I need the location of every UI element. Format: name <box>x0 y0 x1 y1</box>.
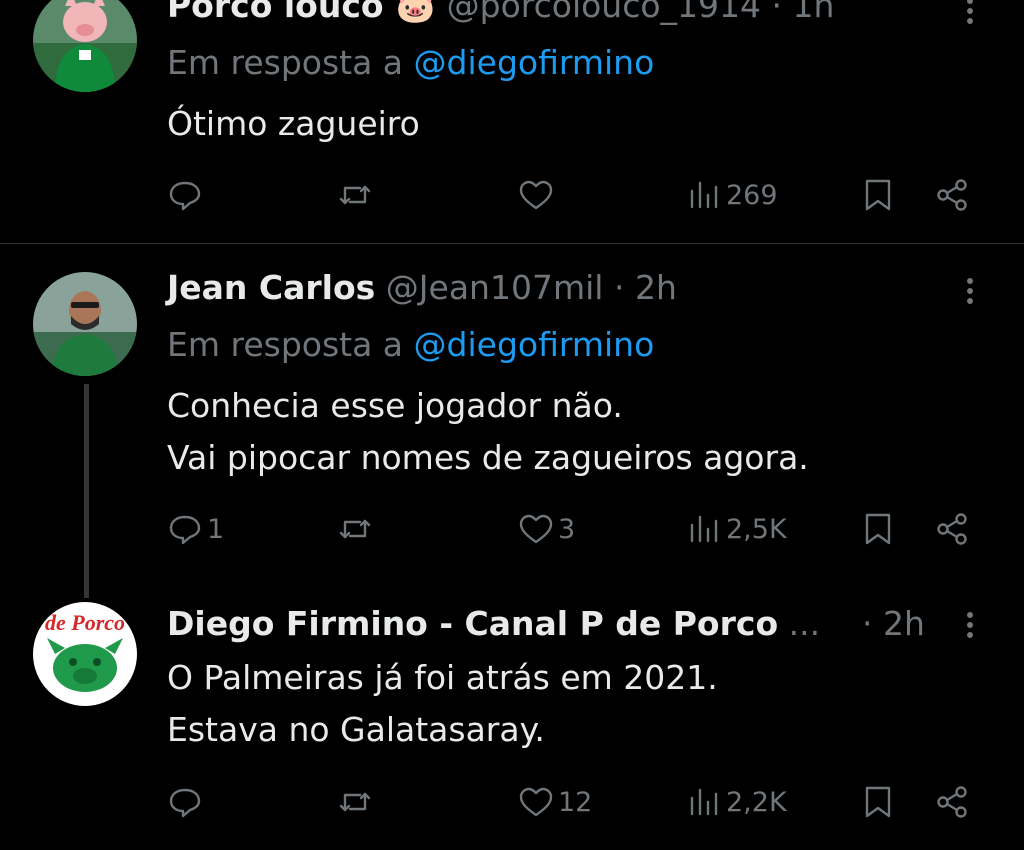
timestamp[interactable]: 2h <box>883 604 925 643</box>
mention-link[interactable]: @diegofirmino <box>414 43 655 82</box>
thread-connector-line <box>84 384 89 598</box>
tweet-text-line: Estava no Galatasaray. <box>167 710 545 749</box>
retweet-icon <box>339 792 371 812</box>
retweet-icon <box>339 185 371 205</box>
retweet-button[interactable] <box>335 509 377 549</box>
like-count: 3 <box>558 513 576 545</box>
like-button[interactable] <box>516 175 558 215</box>
bar-chart-icon <box>690 181 718 209</box>
views-button[interactable]: 2,5K <box>684 509 787 549</box>
reply-count: 1 <box>207 513 225 545</box>
bookmark-icon <box>865 786 891 818</box>
tweet[interactable]: Porco louco 🐷 @porcolouco_1914 · 1h Em r… <box>0 0 1024 243</box>
tweet-text-line: O Palmeiras já foi atrás em 2021. <box>167 658 718 697</box>
separator-dot: · <box>862 604 873 643</box>
tweet-text-line: Conhecia esse jogador não. <box>167 386 623 425</box>
retweet-button[interactable] <box>335 175 377 215</box>
like-count: 12 <box>558 786 593 818</box>
like-button[interactable]: 3 <box>516 509 575 549</box>
bookmark-button[interactable] <box>858 175 898 215</box>
author-name[interactable]: Jean Carlos <box>167 268 375 307</box>
author-handle-truncated[interactable]: ... <box>789 604 820 643</box>
view-count: 2,5K <box>726 513 787 545</box>
views-button[interactable]: 269 <box>684 175 778 215</box>
avatar[interactable]: de Porco <box>33 602 137 706</box>
reply-context: Em resposta a @diegofirmino <box>167 325 654 365</box>
share-icon <box>937 513 967 545</box>
reply-button[interactable] <box>165 175 207 215</box>
share-button[interactable] <box>932 175 972 215</box>
speech-bubble-icon <box>169 515 201 545</box>
avatar[interactable] <box>33 272 137 376</box>
view-count: 269 <box>726 179 778 211</box>
heart-icon <box>519 787 553 817</box>
author-name[interactable]: Porco louco 🐷 <box>167 0 436 25</box>
share-icon <box>937 786 967 818</box>
timestamp[interactable]: 2h <box>635 268 677 307</box>
reply-context: Em resposta a @diegofirmino <box>167 43 654 83</box>
more-vertical-icon[interactable] <box>958 0 982 34</box>
timestamp[interactable]: 1h <box>793 0 835 25</box>
tweet-text-line: Ótimo zagueiro <box>167 104 420 143</box>
action-bar: 12 2,2K <box>0 782 1024 822</box>
bookmark-icon <box>865 513 891 545</box>
share-icon <box>937 179 967 211</box>
tweet-text: O Palmeiras já foi atrás em 2021. Estava… <box>167 652 718 756</box>
separator-dot: · <box>613 268 625 307</box>
mention-link[interactable]: @diegofirmino <box>414 325 655 364</box>
share-button[interactable] <box>932 782 972 822</box>
bar-chart-icon <box>690 515 718 543</box>
reply-prefix: Em resposta a <box>167 325 404 364</box>
action-bar: 269 <box>0 175 1024 215</box>
bar-chart-icon <box>690 788 718 816</box>
bookmark-icon <box>865 179 891 211</box>
separator-dot: · <box>771 0 783 25</box>
retweet-icon <box>339 519 371 539</box>
more-vertical-icon[interactable] <box>958 274 982 314</box>
bookmark-button[interactable] <box>858 509 898 549</box>
heart-icon <box>519 180 553 210</box>
bookmark-button[interactable] <box>858 782 898 822</box>
tweet-text-line: Vai pipocar nomes de zagueiros agora. <box>167 438 809 477</box>
share-button[interactable] <box>932 509 972 549</box>
speech-bubble-icon <box>169 181 201 211</box>
reply-button[interactable] <box>165 782 207 822</box>
tweet-text: Ótimo zagueiro <box>167 98 420 150</box>
action-bar: 1 3 2,5K <box>0 509 1024 549</box>
reply-button[interactable]: 1 <box>165 509 224 549</box>
author-handle[interactable]: @porcolouco_1914 <box>447 0 761 25</box>
author-handle[interactable]: @Jean107mil <box>386 268 604 307</box>
retweet-button[interactable] <box>335 782 377 822</box>
more-vertical-icon[interactable] <box>958 608 982 648</box>
reply-prefix: Em resposta a <box>167 43 404 82</box>
speech-bubble-icon <box>169 788 201 818</box>
like-button[interactable]: 12 <box>516 782 592 822</box>
tweet-text: Conhecia esse jogador não. Vai pipocar n… <box>167 380 809 484</box>
tweet[interactable]: de Porco Diego Firmino - Canal P de Porc… <box>0 574 1024 850</box>
avatar[interactable] <box>33 0 137 92</box>
views-button[interactable]: 2,2K <box>684 782 787 822</box>
author-name[interactable]: Diego Firmino - Canal P de Porco <box>167 604 778 643</box>
avatar-logo-text: de Porco <box>45 610 125 635</box>
heart-icon <box>519 514 553 544</box>
view-count: 2,2K <box>726 786 787 818</box>
tweet[interactable]: Jean Carlos @Jean107mil · 2h Em resposta… <box>0 244 1024 574</box>
